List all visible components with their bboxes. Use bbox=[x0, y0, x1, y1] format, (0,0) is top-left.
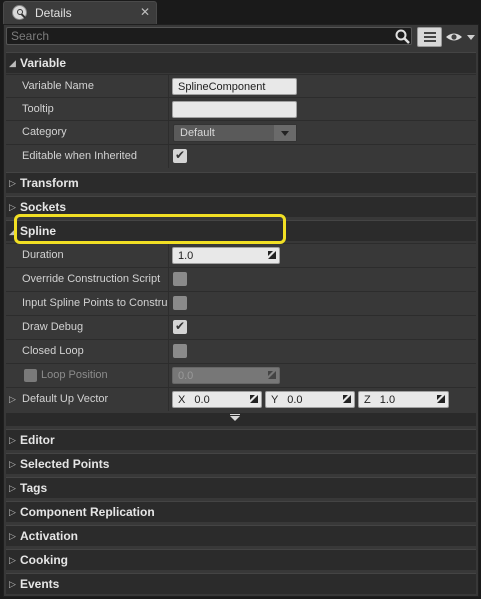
up-vector-x-field[interactable]: X 0.0 bbox=[172, 391, 262, 408]
section-cooking[interactable]: ▷ Cooking bbox=[6, 549, 476, 570]
up-vector-y-value: 0.0 bbox=[287, 394, 303, 406]
row-variable-name: Variable Name SplineComponent bbox=[6, 74, 476, 98]
category-value: Default bbox=[180, 127, 215, 139]
up-vector-z-field[interactable]: Z 1.0 bbox=[358, 391, 449, 408]
expand-arrow-icon: ▷ bbox=[9, 555, 16, 565]
duration-value: 1.0 bbox=[178, 250, 194, 262]
section-label: Variable bbox=[20, 56, 67, 70]
list-view-icon[interactable] bbox=[417, 27, 442, 47]
expand-arrow-icon: ▷ bbox=[9, 579, 16, 589]
axis-x-label: X bbox=[178, 394, 186, 406]
row-category: Category Default bbox=[6, 120, 476, 144]
section-component-replication[interactable]: ▷ Component Replication bbox=[6, 501, 476, 522]
property-label: Category bbox=[22, 126, 67, 138]
row-draw-debug: Draw Debug bbox=[6, 315, 476, 339]
tab-bar: Details ✕ bbox=[0, 0, 481, 24]
expand-arrow-icon[interactable]: ▷ bbox=[9, 394, 16, 405]
section-label: Component Replication bbox=[20, 505, 155, 519]
drag-handle-icon[interactable] bbox=[437, 395, 445, 403]
search-box[interactable] bbox=[6, 27, 412, 45]
section-label: Sockets bbox=[20, 200, 67, 214]
editable-when-inherited-checkbox[interactable] bbox=[173, 148, 187, 163]
section-selected-points[interactable]: ▷ Selected Points bbox=[6, 453, 476, 474]
chevron-down-icon bbox=[274, 125, 296, 141]
section-tags[interactable]: ▷ Tags bbox=[6, 477, 476, 498]
section-events[interactable]: ▷ Events bbox=[6, 573, 476, 594]
override-construction-script-checkbox[interactable] bbox=[173, 272, 187, 286]
property-label: Override Construction Script bbox=[22, 273, 161, 285]
section-label: Editor bbox=[20, 433, 55, 447]
up-vector-x-value: 0.0 bbox=[194, 394, 210, 406]
tab-details[interactable]: Details ✕ bbox=[3, 1, 157, 24]
show-advanced-icon[interactable] bbox=[6, 413, 476, 426]
section-editor[interactable]: ▷ Editor bbox=[6, 429, 476, 450]
expand-arrow-icon: ▷ bbox=[9, 459, 16, 469]
section-variable[interactable]: ◢ Variable bbox=[6, 52, 476, 73]
tooltip-field[interactable] bbox=[172, 101, 297, 118]
property-label: Duration bbox=[22, 249, 64, 261]
drag-handle-icon[interactable] bbox=[343, 395, 351, 403]
property-label: Editable when Inherited bbox=[22, 150, 137, 162]
section-transform[interactable]: ▷ Transform bbox=[6, 172, 476, 193]
expand-arrow-icon: ▷ bbox=[9, 178, 16, 188]
drag-handle-icon[interactable] bbox=[268, 251, 276, 259]
row-closed-loop: Closed Loop bbox=[6, 339, 476, 363]
up-vector-z-value: 1.0 bbox=[379, 394, 396, 406]
section-label: Cooking bbox=[20, 553, 68, 567]
expand-arrow-icon: ▷ bbox=[9, 531, 16, 541]
eye-icon[interactable] bbox=[445, 30, 477, 44]
details-panel: ◢ Variable Variable Name SplineComponent… bbox=[3, 24, 479, 597]
row-editable-inherited: Editable when Inherited bbox=[6, 144, 476, 168]
search-icon[interactable] bbox=[395, 29, 410, 44]
property-label: Draw Debug bbox=[22, 321, 84, 333]
details-info-icon bbox=[12, 5, 27, 20]
collapse-arrow-icon: ◢ bbox=[9, 58, 16, 68]
property-label: Variable Name bbox=[22, 80, 94, 92]
section-activation[interactable]: ▷ Activation bbox=[6, 525, 476, 546]
search-input[interactable] bbox=[11, 29, 391, 43]
axis-y-label: Y bbox=[271, 394, 279, 406]
closed-loop-checkbox[interactable] bbox=[173, 344, 187, 358]
duration-highlight-box bbox=[14, 214, 286, 244]
section-label: Transform bbox=[20, 176, 79, 190]
up-vector-y-field[interactable]: Y 0.0 bbox=[265, 391, 355, 408]
duration-field[interactable]: 1.0 bbox=[172, 247, 280, 264]
row-duration: Duration 1.0 bbox=[6, 243, 476, 267]
row-default-up-vector: ▷ Default Up Vector X 0.0 Y 0.0 Z 1.0 bbox=[6, 387, 476, 411]
loop-position-value: 0.0 bbox=[178, 370, 194, 382]
variable-name-field[interactable]: SplineComponent bbox=[172, 78, 297, 95]
row-override-construction: Override Construction Script bbox=[6, 267, 476, 291]
draw-debug-checkbox[interactable] bbox=[173, 319, 187, 334]
expand-arrow-icon: ▷ bbox=[9, 202, 16, 212]
property-label: Tooltip bbox=[22, 103, 54, 115]
property-label: Closed Loop bbox=[22, 345, 84, 357]
expand-arrow-icon: ▷ bbox=[9, 435, 16, 445]
tab-title: Details bbox=[35, 6, 72, 20]
row-loop-position: Loop Position 0.0 bbox=[6, 363, 476, 387]
row-input-spline-points: Input Spline Points to Construction Scri… bbox=[6, 291, 476, 315]
property-label: Default Up Vector bbox=[22, 393, 109, 405]
expand-arrow-icon: ▷ bbox=[9, 507, 16, 517]
section-label: Events bbox=[20, 577, 60, 591]
category-dropdown[interactable]: Default bbox=[173, 124, 297, 142]
row-tooltip: Tooltip bbox=[6, 97, 476, 121]
section-label: Tags bbox=[20, 481, 48, 495]
tab-close-icon[interactable]: ✕ bbox=[140, 5, 150, 19]
expand-arrow-icon: ▷ bbox=[9, 483, 16, 493]
input-spline-points-checkbox[interactable] bbox=[173, 296, 187, 310]
property-label: Loop Position bbox=[41, 369, 108, 381]
loop-position-field: 0.0 bbox=[172, 367, 280, 384]
section-label: Selected Points bbox=[20, 457, 110, 471]
drag-handle-icon[interactable] bbox=[250, 395, 258, 403]
loop-position-override-checkbox[interactable] bbox=[24, 369, 37, 382]
section-label: Activation bbox=[20, 529, 79, 543]
drag-handle-icon bbox=[268, 371, 276, 379]
property-label: Input Spline Points to Construction Scri… bbox=[22, 297, 168, 309]
axis-z-label: Z bbox=[364, 394, 371, 406]
